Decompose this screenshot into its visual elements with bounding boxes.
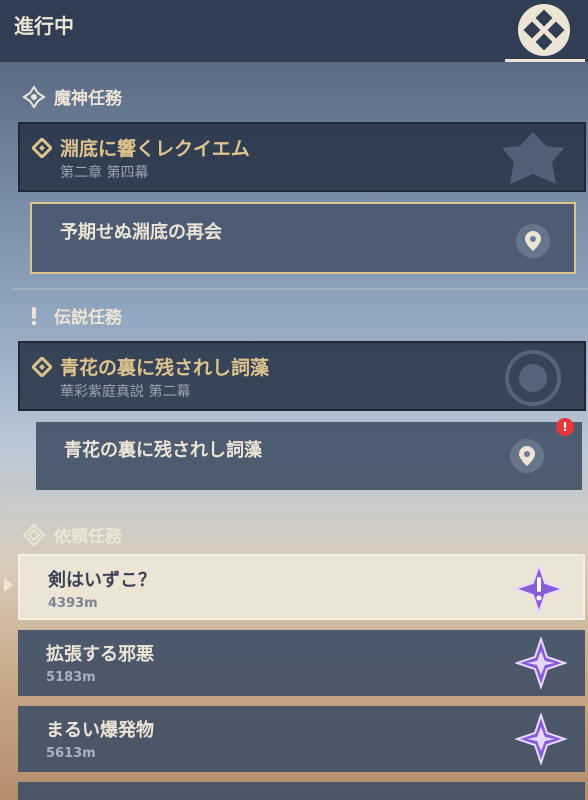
commission-item[interactable]: 拡張する邪悪 5183m [18,630,585,696]
commission-name: まるい爆発物 [46,720,154,741]
archon-quest-step[interactable]: 予期せぬ淵底の再会 [30,202,576,274]
section-divider [12,288,588,290]
page-title: 進行中 [14,14,74,38]
quest-chapter: 第二章 第四幕 [60,165,149,181]
section-title: 魔神任務 [54,89,122,109]
location-pin-icon [519,446,535,466]
quest-menu-icon [523,9,565,51]
section-title: 依頼任務 [54,527,122,547]
commission-distance: 4393m [48,596,98,611]
location-pin-icon [525,231,541,251]
quest-title: 淵底に響くレクイエム [60,138,250,160]
quest-chapter: 華彩紫庭真説 第二幕 [60,384,191,400]
commission-name: 拡張する邪悪 [46,644,154,665]
alert-badge: ! [556,418,574,436]
quest-diamond-icon [32,357,52,377]
commission-item-partial[interactable] [18,782,585,800]
section-divider [12,505,588,507]
commission-icon [22,523,46,546]
active-tab-indicator [505,59,585,62]
story-quest-icon [31,306,37,325]
commission-distance: 5183m [46,670,96,685]
story-quest-step[interactable]: 青花の裏に残されし詞藻 [36,422,582,490]
archon-quest-header[interactable]: 淵底に響くレクイエム 第二章 第四幕 [18,122,586,192]
section-header-archon: 魔神任務 [22,84,122,109]
commission-star-icon [515,637,567,689]
top-bar: 進行中 [0,0,588,62]
commission-name: 剣はいずこ？ [48,570,156,591]
commission-item[interactable]: 剣はいずこ？ 4393m [18,554,585,620]
story-quest-header[interactable]: 青花の裏に残されし詞藻 華彩紫庭真説 第二幕 [18,341,586,411]
archon-emblem-icon [502,132,564,184]
archon-quest-icon [22,84,46,109]
quest-step-label: 青花の裏に残されし詞藻 [64,440,262,461]
commission-item[interactable]: まるい爆発物 5613m [18,706,585,772]
commission-star-icon [515,713,567,765]
quest-menu-button[interactable] [518,4,570,56]
quest-title: 青花の裏に残されし詞藻 [60,357,270,379]
navigate-button[interactable] [510,439,544,473]
quest-diamond-icon [32,138,52,158]
section-title: 伝説任務 [54,308,122,328]
section-header-story: 伝説任務 [22,303,122,328]
section-header-commission: 依頼任務 [22,522,122,547]
navigate-button[interactable] [516,224,550,258]
commission-distance: 5613m [46,746,96,761]
selection-arrow-icon [4,578,13,592]
quest-step-label: 予期せぬ淵底の再会 [60,222,222,243]
character-emblem-icon [505,350,561,406]
commission-alert-icon [513,563,565,615]
